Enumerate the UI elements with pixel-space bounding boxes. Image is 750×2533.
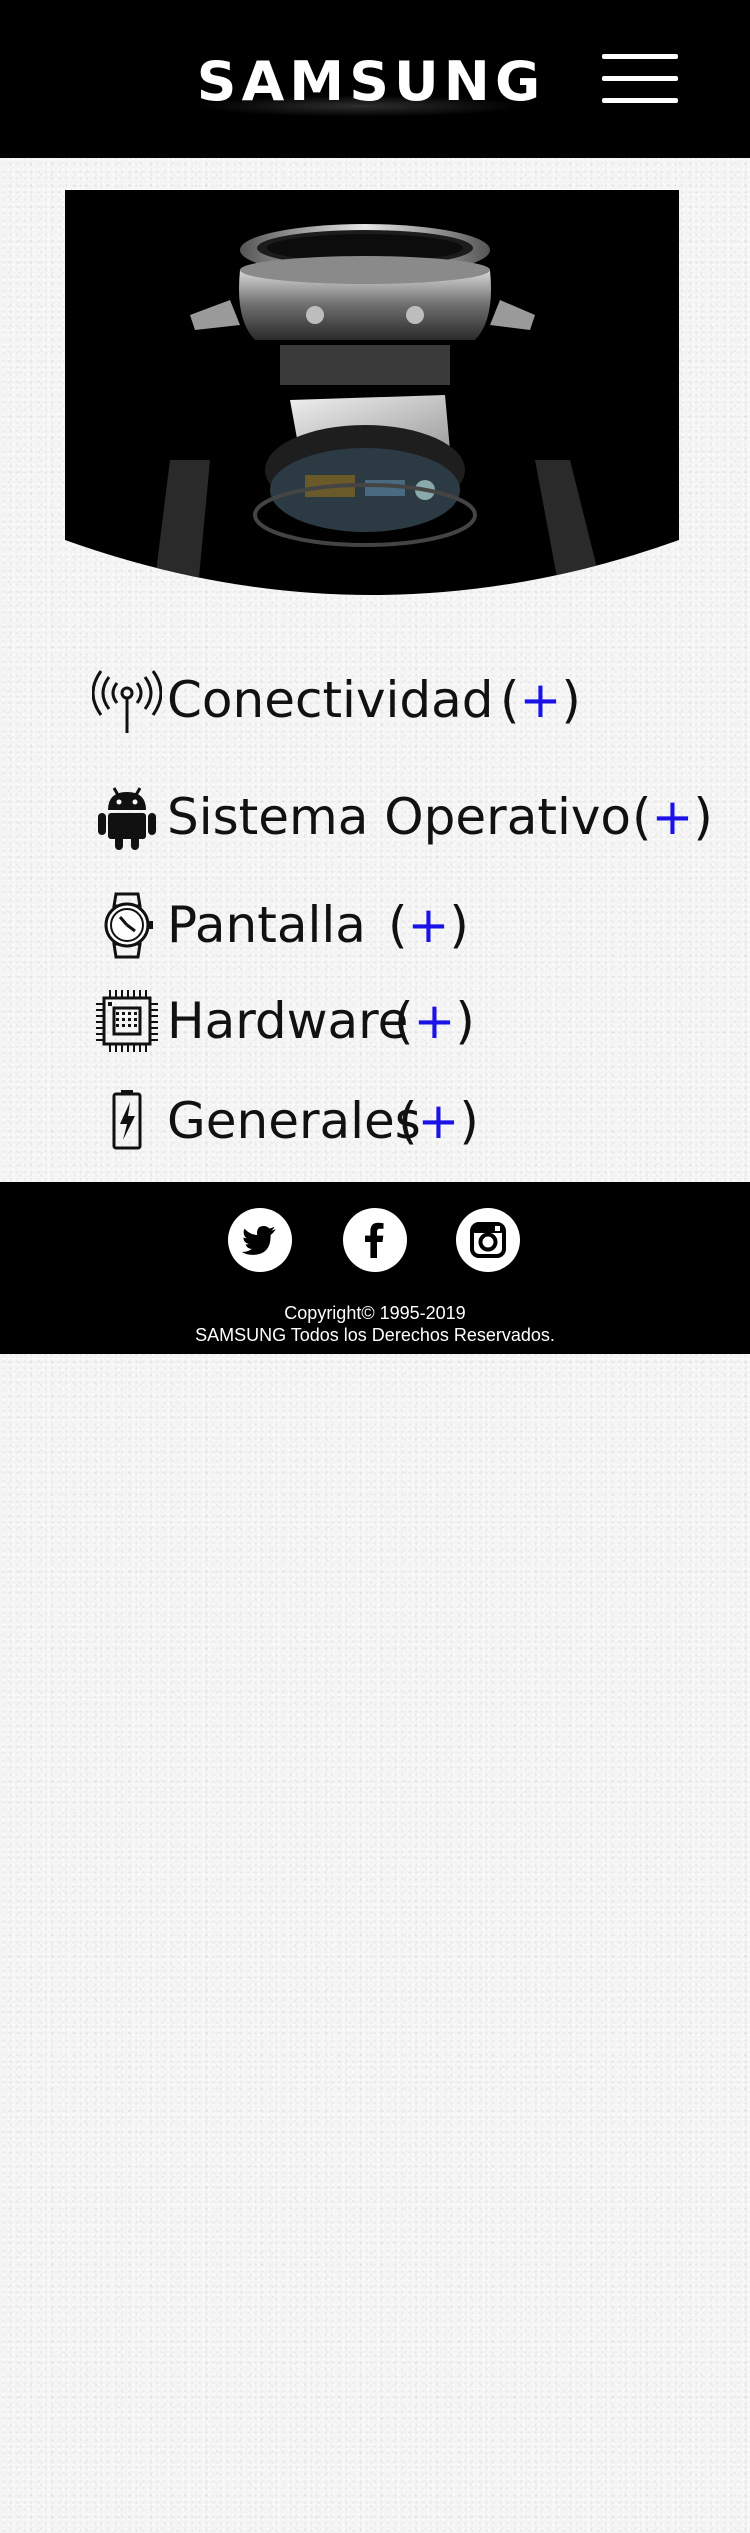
toggle-close-paren: ) [561, 671, 581, 729]
spec-item-hardware[interactable]: Hardware (+) [92, 986, 732, 1062]
plus-icon: + [651, 788, 694, 846]
chip-icon [92, 986, 162, 1056]
toggle-close-paren: ) [693, 788, 713, 846]
antenna-icon [92, 665, 162, 735]
hamburger-menu-icon[interactable] [602, 52, 682, 108]
plus-icon: + [519, 671, 562, 729]
spec-item-conectividad[interactable]: Conectividad (+) [92, 665, 732, 741]
spec-label: Sistema Operativo [167, 788, 632, 846]
spec-label: Conectividad [167, 671, 494, 729]
spec-label: Pantalla [167, 896, 366, 954]
spec-label: Hardware [167, 992, 409, 1050]
toggle-close-paren: ) [459, 1092, 479, 1150]
site-footer: Copyright© 1995-2019 SAMSUNG Todos los D… [0, 1182, 750, 1354]
expand-toggle[interactable]: (+) [388, 890, 469, 960]
toggle-close-paren: ) [455, 992, 475, 1050]
facebook-icon[interactable] [343, 1208, 407, 1272]
spec-item-pantalla[interactable]: Pantalla (+) [92, 890, 732, 966]
expand-toggle[interactable]: (+) [398, 1086, 479, 1156]
menu-bar [602, 54, 678, 59]
android-icon [92, 782, 162, 852]
plus-icon: + [417, 1092, 460, 1150]
smartwatch-exploded-view [65, 190, 679, 595]
menu-bar [602, 98, 678, 103]
plus-icon: + [413, 992, 456, 1050]
toggle-close-paren: ) [449, 896, 469, 954]
plus-icon: + [407, 896, 450, 954]
watch-icon [92, 890, 162, 960]
copyright-line-1: Copyright© 1995-2019 [284, 1303, 466, 1323]
expand-toggle[interactable]: (+) [394, 986, 475, 1056]
spec-label: Generales [167, 1092, 421, 1150]
instagram-icon[interactable] [456, 1208, 520, 1272]
site-header: SAMSUNG [0, 0, 750, 158]
toggle-open-paren: ( [394, 992, 414, 1050]
hero-image [65, 190, 679, 620]
battery-icon [92, 1086, 162, 1156]
toggle-open-paren: ( [398, 1092, 418, 1150]
twitter-icon[interactable] [228, 1208, 292, 1272]
samsung-logo[interactable]: SAMSUNG [197, 52, 540, 112]
copyright-line-2: SAMSUNG Todos los Derechos Reservados. [195, 1325, 555, 1345]
toggle-open-paren: ( [388, 896, 408, 954]
spec-item-sistema-operativo[interactable]: Sistema Operativo (+) [92, 782, 732, 858]
menu-bar [602, 76, 678, 81]
expand-toggle[interactable]: (+) [500, 665, 581, 735]
spec-item-generales[interactable]: Generales (+) [92, 1086, 732, 1162]
toggle-open-paren: ( [632, 788, 652, 846]
expand-toggle[interactable]: (+) [632, 782, 713, 852]
toggle-open-paren: ( [500, 671, 520, 729]
